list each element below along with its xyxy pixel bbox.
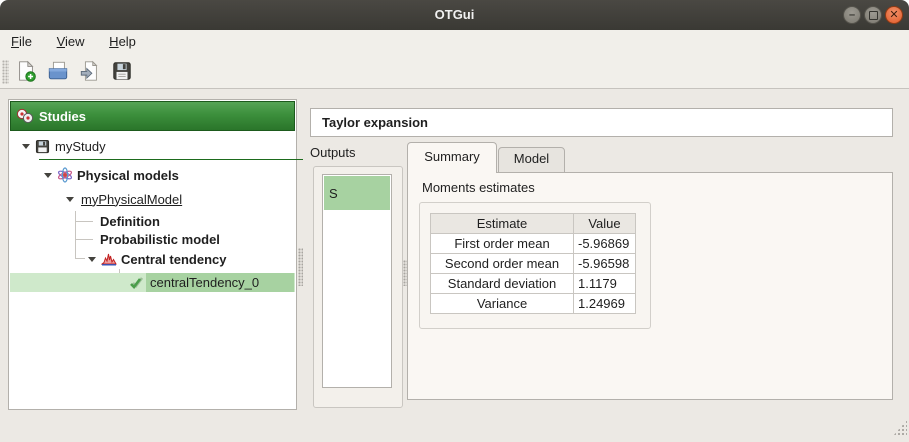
toolbar-grip[interactable] xyxy=(2,60,9,84)
estimate-cell: Standard deviation xyxy=(431,274,574,294)
estimate-cell: First order mean xyxy=(431,234,574,254)
distribution-icon xyxy=(100,251,117,267)
menu-view[interactable]: View xyxy=(47,30,95,52)
tree-item-probabilistic-model[interactable]: Probabilistic model xyxy=(10,230,295,248)
tree-item-label: Central tendency xyxy=(121,252,226,267)
window-title: OTGui xyxy=(0,7,909,22)
tree-item-myphysicalmodel[interactable]: myPhysicalModel xyxy=(10,189,295,209)
tree-item-definition[interactable]: Definition xyxy=(10,212,295,230)
open-study-button[interactable] xyxy=(45,58,71,84)
main-splitter-handle[interactable] xyxy=(298,248,303,286)
menu-help[interactable]: Help xyxy=(99,30,146,52)
analysis-title-box: Taylor expansion xyxy=(310,108,893,137)
tree-item-mystudy[interactable]: myStudy xyxy=(10,136,295,156)
new-study-button[interactable] xyxy=(13,58,39,84)
estimate-cell: Variance xyxy=(431,294,574,314)
tab-model[interactable]: Model xyxy=(498,147,565,173)
maximize-icon xyxy=(869,11,878,20)
current-study-underline xyxy=(39,159,303,160)
title-bar[interactable]: OTGui – ✕ xyxy=(0,0,909,30)
studies-icon xyxy=(16,108,35,124)
close-button[interactable]: ✕ xyxy=(885,6,903,24)
output-item-label: S xyxy=(329,186,338,201)
tree-item-label: Probabilistic model xyxy=(100,232,220,247)
tree-item-label: myPhysicalModel xyxy=(81,192,182,207)
table-row[interactable]: Standard deviation 1.1179 xyxy=(431,274,636,294)
new-document-icon xyxy=(15,60,37,82)
save-floppy-icon xyxy=(111,60,133,82)
expand-arrow-icon[interactable] xyxy=(88,257,96,266)
output-item-s[interactable]: S xyxy=(324,176,390,210)
open-folder-icon xyxy=(47,60,69,82)
menu-file[interactable]: File xyxy=(1,30,42,52)
tab-label: Model xyxy=(514,151,549,166)
tree-item-centraltendency-0[interactable]: centralTendency_0 xyxy=(10,273,295,292)
outputs-list[interactable]: S xyxy=(322,174,392,388)
expand-arrow-icon[interactable] xyxy=(44,173,52,182)
minimize-button[interactable]: – xyxy=(843,6,861,24)
menu-bar: File View Help xyxy=(0,30,909,54)
export-script-button[interactable] xyxy=(77,58,103,84)
tree-item-label: Definition xyxy=(100,214,160,229)
tree-item-label: myStudy xyxy=(55,139,106,154)
tree-item-label: centralTendency_0 xyxy=(150,275,259,290)
outputs-label: Outputs xyxy=(310,145,356,160)
export-script-icon xyxy=(79,60,101,82)
tree-item-physical-models[interactable]: Physical models xyxy=(10,165,295,185)
studies-header: Studies xyxy=(10,101,295,131)
studies-tree-panel: Studies myStudy Physical models xyxy=(8,99,297,410)
toolbar xyxy=(0,56,909,86)
value-cell: -5.96869 xyxy=(574,234,636,254)
tree-item-label: Physical models xyxy=(77,168,179,183)
column-header-estimate: Estimate xyxy=(431,214,574,234)
check-icon xyxy=(127,275,144,291)
value-cell: 1.1179 xyxy=(574,274,636,294)
column-header-value: Value xyxy=(574,214,636,234)
studies-header-label: Studies xyxy=(39,109,86,124)
save-study-button[interactable] xyxy=(109,58,135,84)
value-cell: 1.24969 xyxy=(574,294,636,314)
tab-label: Summary xyxy=(424,149,480,164)
moments-table: Estimate Value First order mean -5.96869… xyxy=(430,213,636,314)
expand-arrow-icon[interactable] xyxy=(22,144,30,153)
analysis-title: Taylor expansion xyxy=(322,115,428,130)
tree-item-central-tendency[interactable]: Central tendency xyxy=(10,249,295,269)
maximize-button[interactable] xyxy=(864,6,882,24)
estimate-cell: Second order mean xyxy=(431,254,574,274)
table-header-row: Estimate Value xyxy=(431,214,636,234)
tab-summary[interactable]: Summary xyxy=(407,142,497,173)
table-row[interactable]: Variance 1.24969 xyxy=(431,294,636,314)
moments-estimates-label: Moments estimates xyxy=(422,180,535,195)
atom-icon xyxy=(56,167,73,183)
expand-arrow-icon[interactable] xyxy=(66,197,74,206)
value-cell: -5.96598 xyxy=(574,254,636,274)
table-row[interactable]: Second order mean -5.96598 xyxy=(431,254,636,274)
table-row[interactable]: First order mean -5.96869 xyxy=(431,234,636,254)
selected-item-cell[interactable]: centralTendency_0 xyxy=(146,273,294,292)
study-floppy-icon xyxy=(34,138,51,154)
